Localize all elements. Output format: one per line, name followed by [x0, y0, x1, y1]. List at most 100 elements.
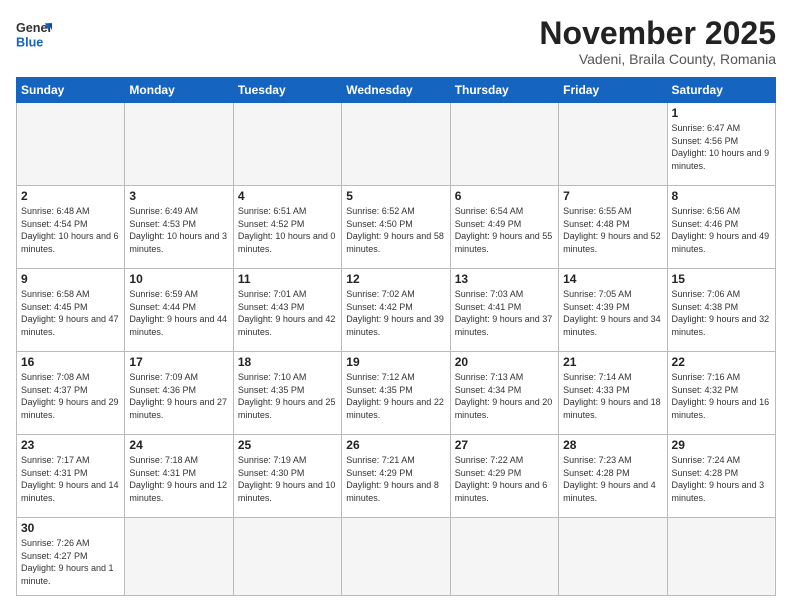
day-number: 12	[346, 272, 445, 286]
table-row: 18 Sunrise: 7:10 AMSunset: 4:35 PMDayligh…	[233, 352, 341, 435]
day-number: 24	[129, 438, 228, 452]
table-row: 6 Sunrise: 6:54 AMSunset: 4:49 PMDaylight…	[450, 186, 558, 269]
table-row: 11 Sunrise: 7:01 AMSunset: 4:43 PMDayligh…	[233, 269, 341, 352]
title-block: November 2025 Vadeni, Braila County, Rom…	[539, 16, 776, 67]
day-number: 19	[346, 355, 445, 369]
col-monday: Monday	[125, 78, 233, 103]
day-info: Sunrise: 6:55 AMSunset: 4:48 PMDaylight:…	[563, 205, 662, 255]
day-info: Sunrise: 7:21 AMSunset: 4:29 PMDaylight:…	[346, 454, 445, 504]
day-number: 5	[346, 189, 445, 203]
day-number: 30	[21, 521, 120, 535]
logo-icon: General Blue	[16, 16, 52, 52]
day-number: 22	[672, 355, 771, 369]
day-info: Sunrise: 7:18 AMSunset: 4:31 PMDaylight:…	[129, 454, 228, 504]
day-number: 13	[455, 272, 554, 286]
day-number: 21	[563, 355, 662, 369]
table-row	[559, 103, 667, 186]
day-number: 23	[21, 438, 120, 452]
day-number: 9	[21, 272, 120, 286]
day-number: 14	[563, 272, 662, 286]
table-row: 5 Sunrise: 6:52 AMSunset: 4:50 PMDaylight…	[342, 186, 450, 269]
day-number: 10	[129, 272, 228, 286]
table-row: 4 Sunrise: 6:51 AMSunset: 4:52 PMDaylight…	[233, 186, 341, 269]
day-info: Sunrise: 6:56 AMSunset: 4:46 PMDaylight:…	[672, 205, 771, 255]
day-number: 1	[672, 106, 771, 120]
day-number: 2	[21, 189, 120, 203]
day-info: Sunrise: 7:12 AMSunset: 4:35 PMDaylight:…	[346, 371, 445, 421]
table-row: 22Sunrise: 7:16 AMSunset: 4:32 PMDayligh…	[667, 352, 775, 435]
table-row: 15Sunrise: 7:06 AMSunset: 4:38 PMDayligh…	[667, 269, 775, 352]
day-info: Sunrise: 7:26 AMSunset: 4:27 PMDaylight:…	[21, 537, 120, 587]
day-info: Sunrise: 7:09 AMSunset: 4:36 PMDaylight:…	[129, 371, 228, 421]
day-info: Sunrise: 6:51 AMSunset: 4:52 PMDaylight:…	[238, 205, 337, 255]
day-info: Sunrise: 6:52 AMSunset: 4:50 PMDaylight:…	[346, 205, 445, 255]
table-row: 1 Sunrise: 6:47 AMSunset: 4:56 PMDaylight…	[667, 103, 775, 186]
calendar-table: Sunday Monday Tuesday Wednesday Thursday…	[16, 77, 776, 596]
day-info: Sunrise: 6:47 AMSunset: 4:56 PMDaylight:…	[672, 122, 771, 172]
day-number: 20	[455, 355, 554, 369]
table-row	[667, 517, 775, 595]
logo: General Blue	[16, 16, 52, 52]
table-row: 25Sunrise: 7:19 AMSunset: 4:30 PMDayligh…	[233, 435, 341, 518]
day-number: 11	[238, 272, 337, 286]
day-number: 17	[129, 355, 228, 369]
table-row: 26Sunrise: 7:21 AMSunset: 4:29 PMDayligh…	[342, 435, 450, 518]
day-number: 4	[238, 189, 337, 203]
table-row: 30 Sunrise: 7:26 AMSunset: 4:27 PMDayligh…	[17, 517, 125, 595]
day-info: Sunrise: 7:14 AMSunset: 4:33 PMDaylight:…	[563, 371, 662, 421]
table-row: 28Sunrise: 7:23 AMSunset: 4:28 PMDayligh…	[559, 435, 667, 518]
col-saturday: Saturday	[667, 78, 775, 103]
day-number: 18	[238, 355, 337, 369]
table-row	[125, 517, 233, 595]
table-row	[450, 103, 558, 186]
day-number: 27	[455, 438, 554, 452]
day-info: Sunrise: 7:03 AMSunset: 4:41 PMDaylight:…	[455, 288, 554, 338]
day-info: Sunrise: 7:19 AMSunset: 4:30 PMDaylight:…	[238, 454, 337, 504]
day-info: Sunrise: 7:23 AMSunset: 4:28 PMDaylight:…	[563, 454, 662, 504]
day-info: Sunrise: 6:49 AMSunset: 4:53 PMDaylight:…	[129, 205, 228, 255]
col-tuesday: Tuesday	[233, 78, 341, 103]
table-row: 9Sunrise: 6:58 AMSunset: 4:45 PMDaylight…	[17, 269, 125, 352]
location: Vadeni, Braila County, Romania	[539, 51, 776, 67]
header: General Blue November 2025 Vadeni, Brail…	[16, 16, 776, 67]
table-row: 14 Sunrise: 7:05 AMSunset: 4:39 PMDayligh…	[559, 269, 667, 352]
table-row	[342, 103, 450, 186]
day-info: Sunrise: 6:54 AMSunset: 4:49 PMDaylight:…	[455, 205, 554, 255]
table-row	[17, 103, 125, 186]
table-row: 10 Sunrise: 6:59 AMSunset: 4:44 PMDayligh…	[125, 269, 233, 352]
day-number: 8	[672, 189, 771, 203]
table-row: 8 Sunrise: 6:56 AMSunset: 4:46 PMDaylight…	[667, 186, 775, 269]
table-row: 24 Sunrise: 7:18 AMSunset: 4:31 PMDayligh…	[125, 435, 233, 518]
table-row: 23 Sunrise: 7:17 AMSunset: 4:31 PMDayligh…	[17, 435, 125, 518]
day-info: Sunrise: 6:48 AMSunset: 4:54 PMDaylight:…	[21, 205, 120, 255]
day-info: Sunrise: 7:05 AMSunset: 4:39 PMDaylight:…	[563, 288, 662, 338]
table-row: 16 Sunrise: 7:08 AMSunset: 4:37 PMDayligh…	[17, 352, 125, 435]
month-title: November 2025	[539, 16, 776, 51]
table-row: 2 Sunrise: 6:48 AMSunset: 4:54 PMDaylight…	[17, 186, 125, 269]
svg-text:Blue: Blue	[16, 36, 43, 50]
header-row: Sunday Monday Tuesday Wednesday Thursday…	[17, 78, 776, 103]
table-row	[450, 517, 558, 595]
table-row	[342, 517, 450, 595]
day-info: Sunrise: 7:01 AMSunset: 4:43 PMDaylight:…	[238, 288, 337, 338]
day-info: Sunrise: 7:08 AMSunset: 4:37 PMDaylight:…	[21, 371, 120, 421]
table-row: 3Sunrise: 6:49 AMSunset: 4:53 PMDaylight…	[125, 186, 233, 269]
day-number: 29	[672, 438, 771, 452]
day-number: 16	[21, 355, 120, 369]
col-sunday: Sunday	[17, 78, 125, 103]
day-info: Sunrise: 6:59 AMSunset: 4:44 PMDaylight:…	[129, 288, 228, 338]
table-row	[233, 517, 341, 595]
table-row	[233, 103, 341, 186]
table-row: 21 Sunrise: 7:14 AMSunset: 4:33 PMDayligh…	[559, 352, 667, 435]
page: General Blue November 2025 Vadeni, Brail…	[0, 0, 792, 612]
table-row: 7Sunrise: 6:55 AMSunset: 4:48 PMDaylight…	[559, 186, 667, 269]
day-info: Sunrise: 7:06 AMSunset: 4:38 PMDaylight:…	[672, 288, 771, 338]
day-info: Sunrise: 7:17 AMSunset: 4:31 PMDaylight:…	[21, 454, 120, 504]
table-row: 20Sunrise: 7:13 AMSunset: 4:34 PMDayligh…	[450, 352, 558, 435]
day-number: 6	[455, 189, 554, 203]
col-friday: Friday	[559, 78, 667, 103]
table-row	[559, 517, 667, 595]
day-info: Sunrise: 7:10 AMSunset: 4:35 PMDaylight:…	[238, 371, 337, 421]
table-row: 29Sunrise: 7:24 AMSunset: 4:28 PMDayligh…	[667, 435, 775, 518]
table-row: 17 Sunrise: 7:09 AMSunset: 4:36 PMDayligh…	[125, 352, 233, 435]
